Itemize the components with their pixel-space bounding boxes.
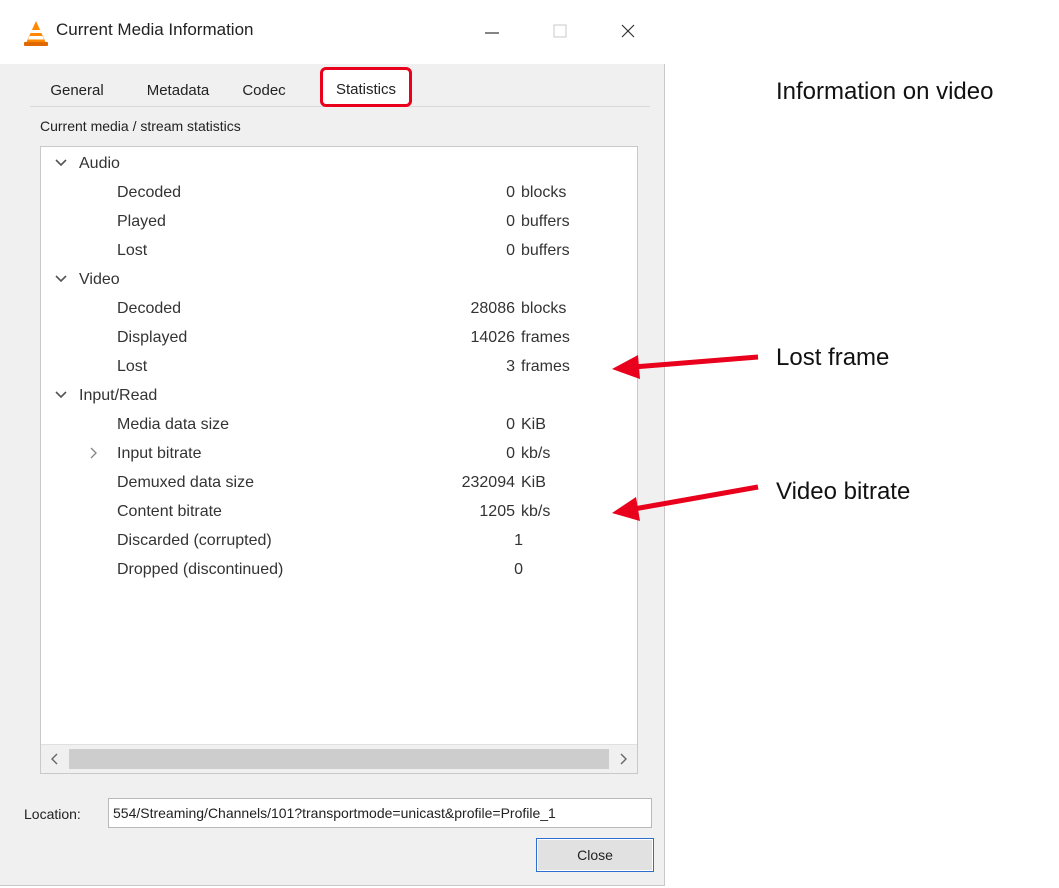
tab-codec[interactable]: Codec — [234, 78, 294, 104]
stat-unit: frames — [521, 329, 570, 346]
tree-row[interactable]: Played 0 buffers — [41, 209, 637, 238]
stat-unit: frames — [521, 358, 570, 375]
chevron-down-icon[interactable] — [53, 155, 69, 171]
stat-unit: buffers — [521, 213, 570, 230]
window-title: Current Media Information — [56, 20, 254, 39]
stat-unit: buffers — [521, 242, 570, 259]
tree-group-label: Input/Read — [79, 387, 158, 404]
stat-value: 0 — [506, 416, 515, 433]
tab-statistics[interactable]: Statistics — [320, 67, 412, 107]
close-icon[interactable] — [608, 16, 648, 48]
annotation-video-bitrate: Video bitrate — [776, 478, 911, 505]
tree-row[interactable]: Input bitrate 0 kb/s — [41, 441, 637, 470]
stat-value: 3 — [506, 358, 515, 375]
tree-row[interactable]: Lost 0 buffers — [41, 238, 637, 267]
tree-row[interactable]: Content bitrate 1205 kb/s — [41, 499, 637, 528]
stat-unit: kb/s — [521, 445, 551, 462]
location-label: Location: — [24, 806, 81, 822]
tree-row[interactable]: Demuxed data size 232094 KiB — [41, 470, 637, 499]
scroll-right-icon[interactable] — [615, 751, 631, 767]
stat-value: 1 — [514, 532, 523, 549]
tree-group-video[interactable]: Video — [41, 267, 637, 296]
tree-row[interactable]: Displayed 14026 frames — [41, 325, 637, 354]
close-button[interactable]: Close — [536, 838, 654, 872]
scrollbar-thumb[interactable] — [69, 749, 609, 769]
stat-value: 28086 — [470, 300, 516, 317]
tree-row[interactable]: Decoded 28086 blocks — [41, 296, 637, 325]
tab-metadata[interactable]: Metadata — [138, 78, 218, 104]
stat-unit: blocks — [521, 184, 567, 201]
stat-value: 0 — [506, 213, 515, 230]
stat-value: 232094 — [461, 474, 515, 491]
minimize-icon[interactable] — [472, 16, 512, 48]
stat-value: 0 — [506, 242, 515, 259]
chevron-down-icon[interactable] — [53, 387, 69, 403]
tree-group-label: Video — [79, 271, 120, 288]
maximize-icon[interactable] — [540, 16, 580, 48]
stat-value: 0 — [514, 561, 523, 578]
tree-row[interactable]: Dropped (discontinued) 0 — [41, 557, 637, 586]
stat-value: 0 — [506, 445, 515, 462]
stat-unit: blocks — [521, 300, 567, 317]
annotation-info-on-video: Information on video — [776, 78, 994, 105]
tree-row[interactable]: Lost 3 frames — [41, 354, 637, 383]
annotation-lost-frame: Lost frame — [776, 344, 890, 371]
stat-value: 14026 — [470, 329, 516, 346]
stat-value: 1205 — [479, 503, 515, 520]
chevron-down-icon[interactable] — [53, 271, 69, 287]
stat-value: 0 — [506, 184, 515, 201]
tab-general[interactable]: General — [42, 78, 112, 104]
tree-row[interactable]: Discarded (corrupted) 1 — [41, 528, 637, 557]
tree-row[interactable]: Decoded 0 blocks — [41, 180, 637, 209]
media-info-dialog: Current Media Information General Metada… — [0, 0, 665, 886]
statistics-tree[interactable]: Audio Decoded 0 blocks Played 0 buffers … — [40, 146, 638, 774]
tree-group-audio[interactable]: Audio — [41, 151, 637, 180]
tree-group-label: Audio — [79, 155, 120, 172]
location-field[interactable] — [108, 798, 652, 828]
tree-group-input-read[interactable]: Input/Read — [41, 383, 637, 412]
stat-unit: KiB — [521, 416, 546, 433]
horizontal-scrollbar[interactable] — [41, 744, 637, 773]
tree-row[interactable]: Media data size 0 KiB — [41, 412, 637, 441]
stat-unit: kb/s — [521, 503, 551, 520]
vlc-cone-icon — [24, 21, 48, 46]
panel-caption: Current media / stream statistics — [40, 118, 241, 134]
scroll-left-icon[interactable] — [47, 751, 63, 767]
title-bar[interactable]: Current Media Information — [0, 0, 665, 64]
stat-unit: KiB — [521, 474, 546, 491]
